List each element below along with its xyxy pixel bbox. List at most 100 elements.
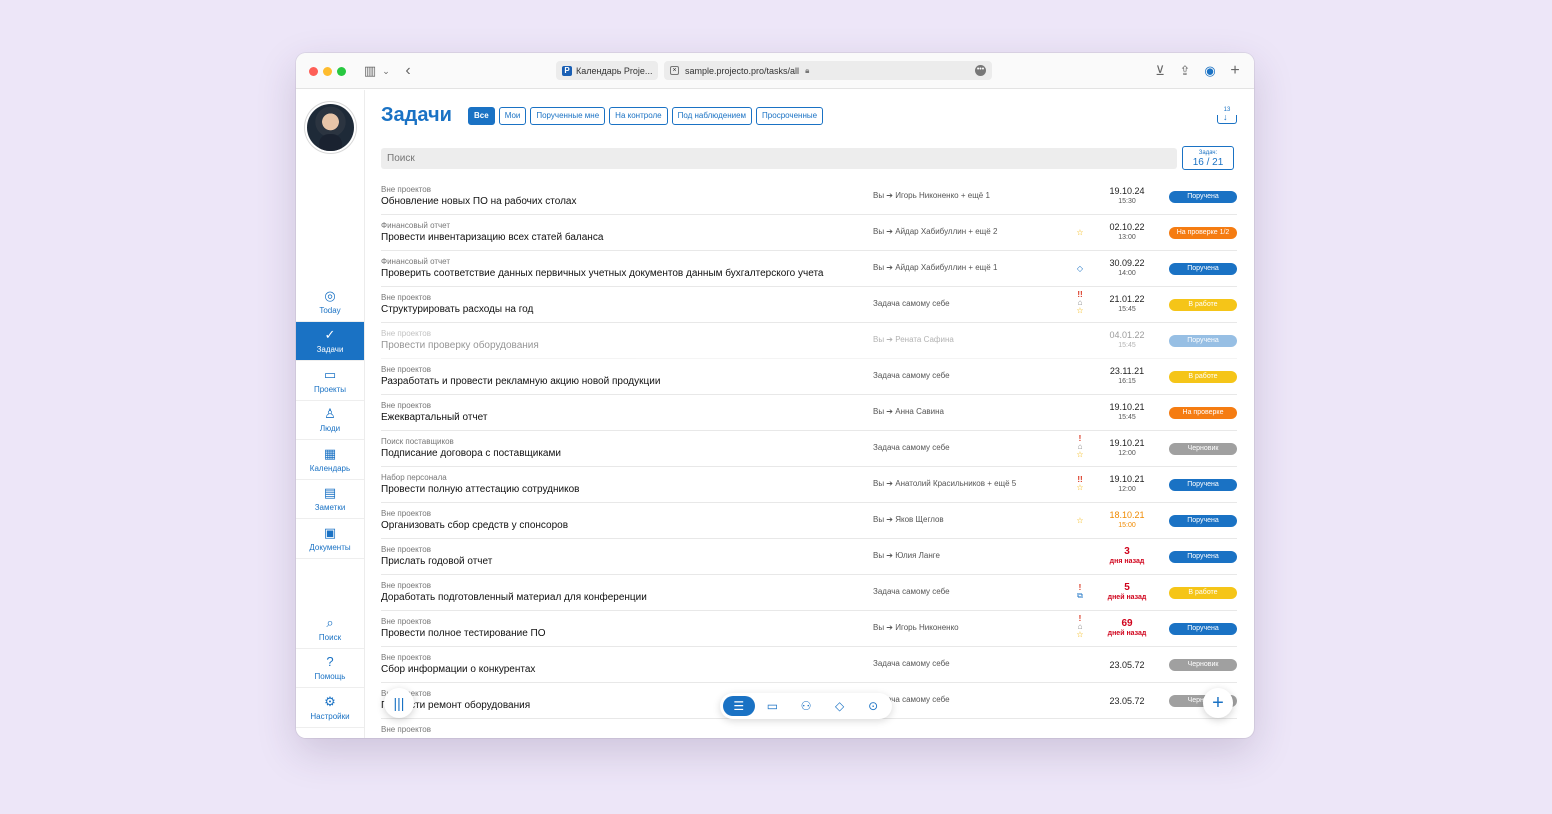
- status-badge[interactable]: Поручена: [1169, 551, 1237, 563]
- sidebar-item-6[interactable]: ▤ Заметки: [296, 480, 364, 519]
- sidebar-item-1[interactable]: ◎ Today: [296, 283, 364, 322]
- task-assignee: Вы ➔ Рената Сафина: [873, 335, 954, 344]
- sidebar-item-2[interactable]: ✓ Задачи: [296, 322, 364, 361]
- sidebar-item-5[interactable]: ▦ Календарь: [296, 441, 364, 480]
- table-row[interactable]: Набор персонала Провести полную аттестаци…: [381, 467, 1237, 503]
- status-badge[interactable]: Поручена: [1169, 263, 1237, 275]
- sidebar-toggle-icon[interactable]: ▥: [362, 62, 378, 80]
- task-due: 23.05.72: [1099, 696, 1155, 707]
- extension-icon[interactable]: ◉: [1202, 62, 1218, 80]
- status-badge[interactable]: Поручена: [1169, 191, 1237, 203]
- sidebar-item-3[interactable]: ▭ Проекты: [296, 362, 364, 401]
- view-button-2[interactable]: ▭: [757, 696, 789, 716]
- inbox-button[interactable]: 13 ↓: [1217, 107, 1237, 127]
- more-icon[interactable]: •••: [975, 65, 986, 76]
- chevron-down-icon[interactable]: ⌄: [381, 62, 391, 80]
- close-window-button[interactable]: [309, 67, 318, 76]
- task-due-time: 12:00: [1118, 450, 1136, 457]
- task-due: 30.09.22 14:00: [1099, 258, 1155, 278]
- task-assignee: Вы ➔ Юлия Ланге: [873, 551, 940, 560]
- table-row[interactable]: Вне проектов Сбор информации о конкурента…: [381, 647, 1237, 683]
- sidebar-bottom-item-2[interactable]: ? Помощь: [296, 649, 364, 688]
- table-row[interactable]: Вне проектов Обновление новых ПО на рабоч…: [381, 179, 1237, 215]
- task-due: 3 дня назад: [1099, 546, 1155, 566]
- task-assignee: Вы ➔ Яков Щеглов: [873, 515, 944, 524]
- table-row[interactable]: Финансовый отчет Проверить соответствие д…: [381, 251, 1237, 287]
- add-task-button[interactable]: +: [1203, 688, 1233, 718]
- table-row[interactable]: Вне проектов Структурировать расходы на г…: [381, 287, 1237, 323]
- tab-title: Календарь Proje...: [576, 65, 653, 76]
- task-project: Вне проектов: [381, 293, 431, 302]
- status-badge[interactable]: В работе: [1169, 371, 1237, 383]
- task-due-date: 23.05.72: [1109, 660, 1145, 670]
- table-row[interactable]: Вне проектов Ежеквартальный отчет Вы ➔ Анн…: [381, 395, 1237, 431]
- sidebar-item-label: Today: [319, 306, 341, 315]
- table-row[interactable]: Вне проектов Провести проверку оборудован…: [381, 323, 1237, 359]
- table-row[interactable]: Финансовый отчет Провести инвентаризацию …: [381, 215, 1237, 251]
- avatar[interactable]: [307, 104, 354, 151]
- view-button-4[interactable]: ◇: [824, 696, 856, 716]
- bottom-view-switcher: ☰ ▭ ⚇ ◇ ⊙: [720, 693, 892, 719]
- table-row[interactable]: Вне проектов Провести полное тестирование…: [381, 611, 1237, 647]
- sidebar-item-4[interactable]: ♙ Люди: [296, 401, 364, 440]
- filter-chip[interactable]: Просроченные: [756, 107, 824, 125]
- sidebar-item-label: Помощь: [314, 672, 346, 681]
- filter-chip[interactable]: На контроле: [609, 107, 668, 125]
- table-row[interactable]: Вне проектов Разработать и провести рекла…: [381, 359, 1237, 395]
- task-assignee: Вы ➔ Айдар Хабибуллин + ещё 1: [873, 263, 998, 272]
- compass-icon: ◎: [324, 288, 336, 303]
- table-row[interactable]: Вне проектов Организовать сбор средств у …: [381, 503, 1237, 539]
- task-assignee: Задача самому себе: [873, 371, 950, 380]
- filter-chips: Все Мои Порученные мне На контроле Под наблю…: [468, 107, 824, 125]
- filter-chip[interactable]: Все: [468, 107, 495, 125]
- status-badge[interactable]: Поручена: [1169, 479, 1237, 491]
- zoom-window-button[interactable]: [337, 67, 346, 76]
- view-button-1[interactable]: ☰: [723, 696, 755, 716]
- status-badge[interactable]: Черновик: [1169, 659, 1237, 671]
- task-due-date: 19.10.21: [1109, 438, 1145, 448]
- minimize-window-button[interactable]: [323, 67, 332, 76]
- star-icon: ☆: [1076, 630, 1084, 639]
- address-bar[interactable]: × sample.projecto.pro/tasks/all 🔒︎ •••: [664, 61, 992, 80]
- calendar-icon: ▦: [323, 446, 337, 461]
- download-icon[interactable]: ⊻: [1153, 62, 1167, 80]
- task-name: Подписание договора с поставщиками: [381, 448, 561, 459]
- share-icon[interactable]: ⇪: [1178, 62, 1192, 80]
- filter-chip[interactable]: Порученные мне: [530, 107, 606, 125]
- task-assignee: Задача самому себе: [873, 443, 950, 452]
- sidebar-bottom-item-1[interactable]: ⌕ Поиск: [296, 610, 364, 649]
- back-icon[interactable]: ‹: [402, 62, 414, 80]
- briefcase-icon: ▭: [766, 699, 779, 713]
- browser-tab[interactable]: P Календарь Proje...: [556, 61, 658, 80]
- new-tab-icon[interactable]: +: [1228, 62, 1242, 80]
- task-due-time: 15:45: [1118, 306, 1136, 313]
- filter-chip[interactable]: Под наблюдением: [671, 107, 753, 125]
- status-badge[interactable]: На проверке 1/2: [1169, 227, 1237, 239]
- view-button-5[interactable]: ⊙: [857, 696, 889, 716]
- search-input[interactable]: [381, 148, 1177, 169]
- status-badge[interactable]: В работе: [1169, 299, 1237, 311]
- task-due-date: 19.10.24: [1109, 186, 1145, 196]
- task-due: 18.10.21 15:00: [1099, 510, 1155, 530]
- table-row[interactable]: Вне проектов: [381, 719, 1237, 738]
- sidebar-item-7[interactable]: ▣ Документы: [296, 520, 364, 559]
- status-badge[interactable]: Поручена: [1169, 515, 1237, 527]
- archive-icon: ▣: [323, 525, 337, 540]
- columns-button[interactable]: |||: [384, 688, 414, 718]
- table-row[interactable]: Вне проектов Доработать подготовленный ма…: [381, 575, 1237, 611]
- table-row[interactable]: Вне проектов Прислать годовой отчет Вы ➔ Ю…: [381, 539, 1237, 575]
- filter-chip[interactable]: Мои: [498, 107, 527, 125]
- task-due-date: 19.10.21: [1109, 474, 1145, 484]
- view-button-3[interactable]: ⚇: [790, 696, 822, 716]
- search-icon: ⌕: [326, 615, 334, 630]
- sidebar: ◎ Today ✓ Задачи ▭ Проекты ♙ Люди ▦ Календарь ▤ Зам…: [296, 90, 365, 738]
- table-row[interactable]: Поиск поставщиков Подписание договора с п…: [381, 431, 1237, 467]
- status-badge[interactable]: Поручена: [1169, 335, 1237, 347]
- sidebar-bottom-item-3[interactable]: ⚙ Настройки: [296, 689, 364, 728]
- task-name: Разработать и провести рекламную акцию н…: [381, 376, 661, 387]
- status-badge[interactable]: На проверке: [1169, 407, 1237, 419]
- status-badge[interactable]: Черновик: [1169, 443, 1237, 455]
- status-badge[interactable]: Поручена: [1169, 623, 1237, 635]
- status-badge[interactable]: В работе: [1169, 587, 1237, 599]
- task-flags: ! ⌂ ☆: [1074, 615, 1086, 639]
